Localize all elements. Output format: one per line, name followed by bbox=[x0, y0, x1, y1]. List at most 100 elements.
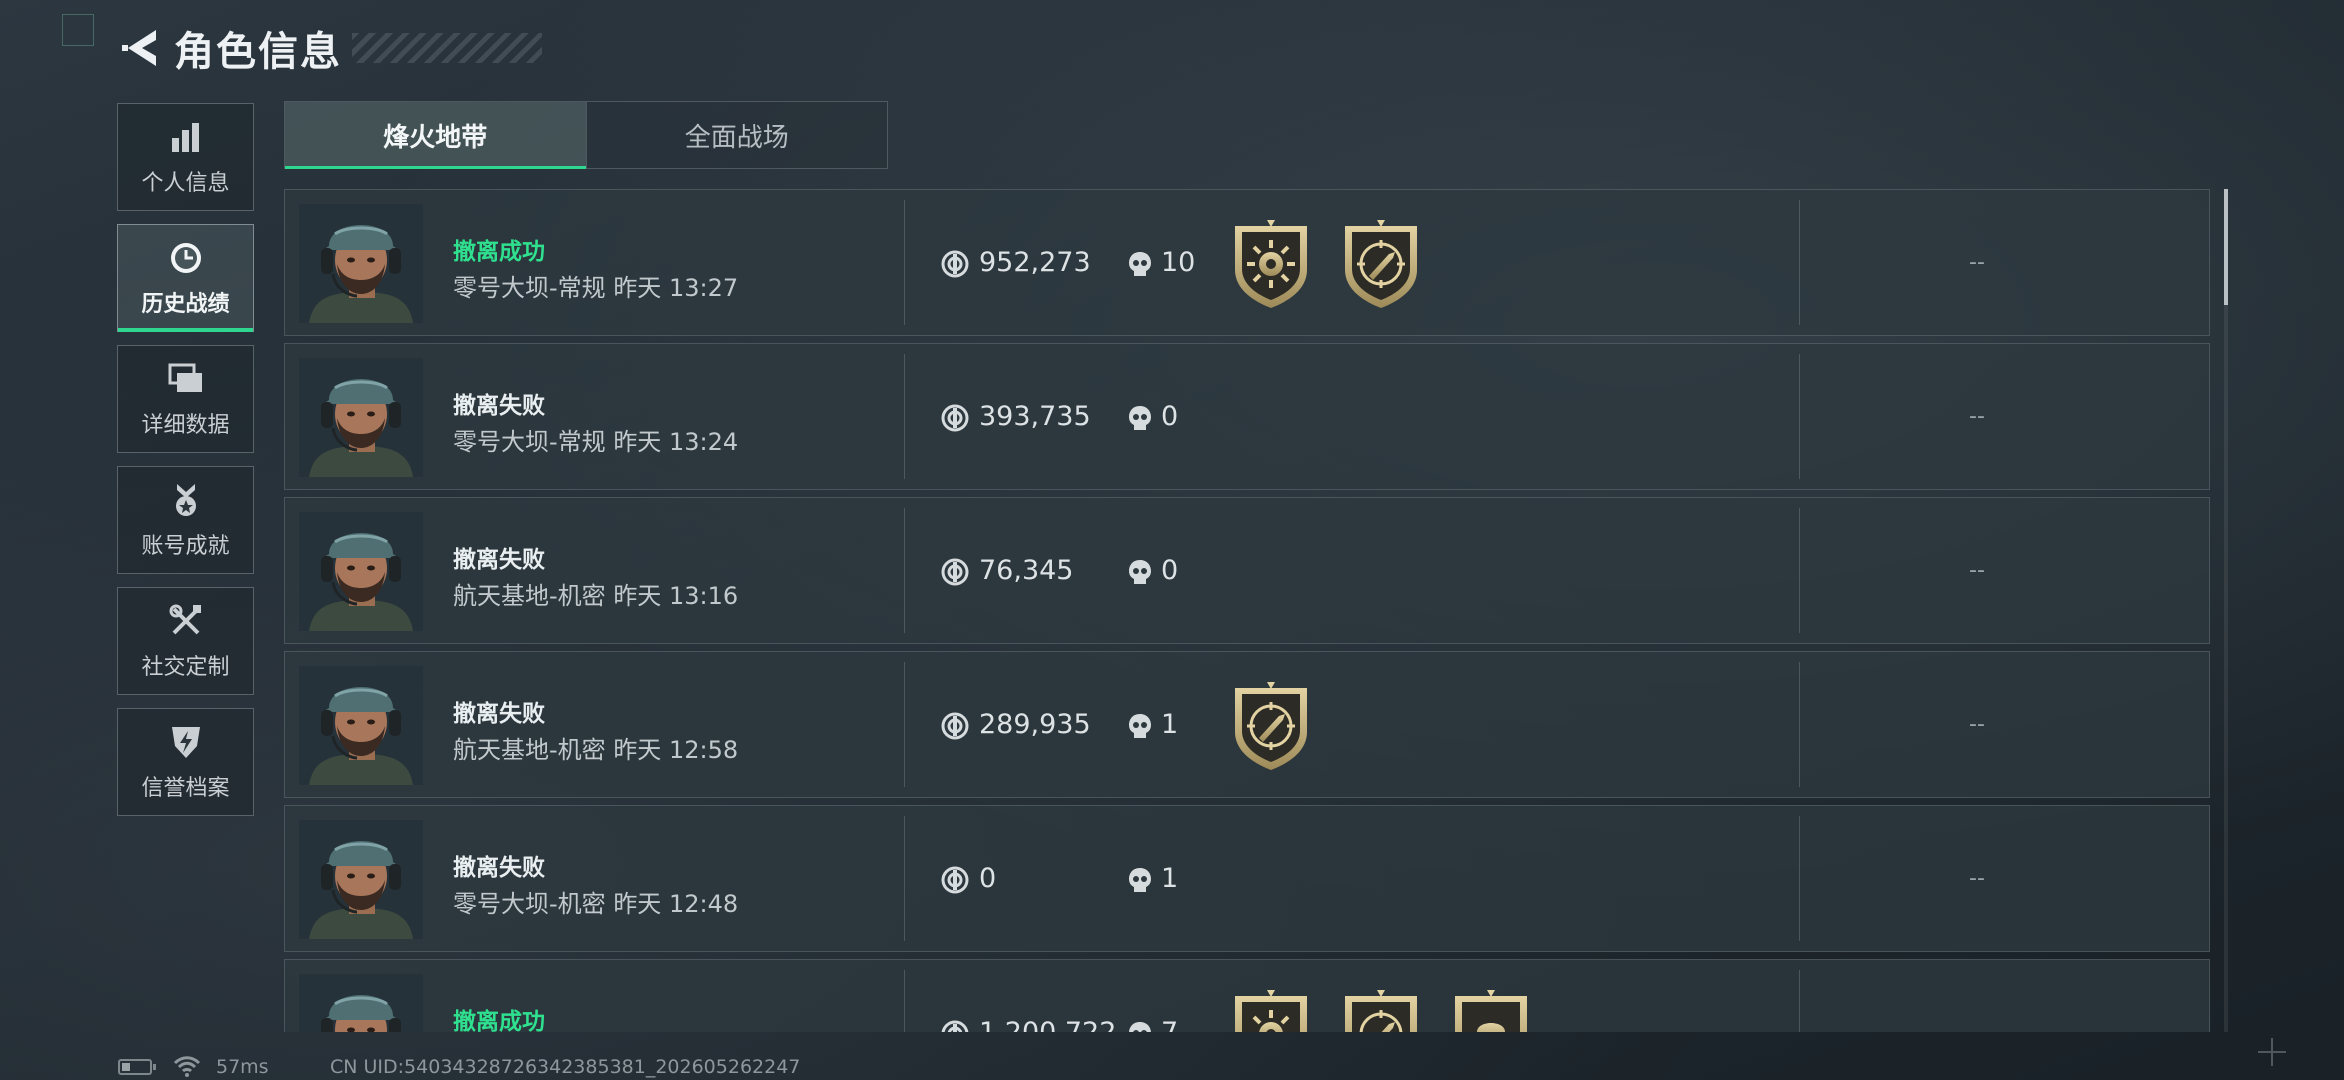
skull-kills-icon bbox=[1129, 1022, 1151, 1032]
match-row[interactable]: 撤离成功 1,200,722 7 -- bbox=[284, 959, 2210, 1032]
back-button[interactable] bbox=[118, 20, 166, 76]
wrench-screwdriver-icon bbox=[166, 601, 206, 641]
kill-count: 1 bbox=[1161, 709, 1179, 740]
tab-full-battlefield[interactable]: 全面战场 bbox=[585, 102, 888, 168]
kill-count: 0 bbox=[1161, 555, 1179, 586]
coin-value-icon bbox=[941, 404, 969, 432]
kill-count: 1 bbox=[1161, 863, 1179, 894]
column-divider bbox=[904, 816, 905, 941]
operator-avatar bbox=[299, 512, 423, 631]
coin-value-icon bbox=[941, 866, 969, 894]
loot-value: 1,200,722 bbox=[979, 1017, 1116, 1032]
sun-star-medal-icon[interactable] bbox=[1227, 988, 1315, 1032]
extra-stat: -- bbox=[1969, 866, 1985, 891]
kill-count: 7 bbox=[1161, 1017, 1178, 1032]
sidebar-item-label: 详细数据 bbox=[141, 413, 230, 438]
medal-list bbox=[1227, 680, 1337, 772]
skull-kills-icon bbox=[1129, 252, 1151, 276]
scrollbar-thumb[interactable] bbox=[2224, 189, 2228, 305]
match-info: 零号大坝-常规 昨天 13:27 bbox=[453, 268, 738, 303]
skull-kills-icon bbox=[1129, 868, 1151, 892]
map-mode: 零号大坝-常规 bbox=[453, 274, 606, 302]
clock-history-icon bbox=[166, 238, 206, 278]
crosshair-rocket-medal-icon[interactable] bbox=[1337, 218, 1425, 310]
column-divider bbox=[904, 200, 905, 325]
status-bar: 57ms CN UID:5403432872634238538​1_202605… bbox=[0, 1050, 2344, 1080]
loot-value: 76,345 bbox=[979, 555, 1074, 586]
corner-frame-mark bbox=[62, 14, 94, 46]
sidebar-item-label: 信誉档案 bbox=[141, 776, 230, 801]
coin-value-icon bbox=[941, 712, 969, 740]
column-divider bbox=[904, 508, 905, 633]
mode-tabs: 烽火地带 全面战场 bbox=[284, 101, 888, 169]
match-row[interactable]: 撤离成功 零号大坝-常规 昨天 13:27 952,273 10 -- bbox=[284, 189, 2210, 336]
operator-avatar bbox=[299, 204, 423, 323]
column-divider bbox=[904, 662, 905, 787]
medal-list bbox=[1227, 218, 1447, 310]
loot-value: 952,273 bbox=[979, 247, 1091, 278]
sidebar-item-match-history[interactable]: 历史战绩 bbox=[117, 224, 254, 332]
extraction-status: 撤离失败 bbox=[453, 701, 545, 727]
column-divider bbox=[1799, 662, 1800, 787]
match-row[interactable]: 撤离失败 航天基地-机密 昨天 13:16 76,345 0 -- bbox=[284, 497, 2210, 644]
coin-value-icon bbox=[941, 1020, 969, 1032]
column-divider bbox=[904, 354, 905, 479]
skull-kills-icon bbox=[1129, 560, 1151, 584]
helmet-medal-icon[interactable] bbox=[1447, 988, 1535, 1032]
list-scrollbar[interactable] bbox=[2224, 189, 2228, 1032]
sidebar: 个人信息 历史战绩 详细数据 账号成就 社交定制 信誉档案 bbox=[117, 103, 254, 829]
medal-list bbox=[1227, 988, 1557, 1032]
match-time: 12:58 bbox=[668, 736, 739, 764]
match-time: 13:24 bbox=[668, 428, 739, 456]
match-info: 航天基地-机密 昨天 13:16 bbox=[453, 576, 738, 611]
user-uid: CN UID:5403432872634238538​1_20260526224… bbox=[330, 1056, 801, 1078]
kill-count: 10 bbox=[1161, 247, 1196, 278]
sidebar-item-social-custom[interactable]: 社交定制 bbox=[117, 587, 254, 695]
match-day: 昨天 bbox=[613, 582, 662, 610]
sidebar-item-detailed-data[interactable]: 详细数据 bbox=[117, 345, 254, 453]
plus-corner-icon bbox=[2258, 1038, 2286, 1066]
sidebar-item-personal-info[interactable]: 个人信息 bbox=[117, 103, 254, 211]
page-header: 角色信息 bbox=[118, 20, 542, 76]
wifi-icon bbox=[173, 1056, 201, 1077]
kill-count: 0 bbox=[1161, 401, 1179, 432]
crosshair-rocket-medal-icon[interactable] bbox=[1227, 680, 1315, 772]
operator-avatar bbox=[299, 820, 423, 939]
back-arrow-icon bbox=[122, 30, 156, 66]
column-divider bbox=[1799, 200, 1800, 325]
match-time: 13:27 bbox=[668, 274, 739, 302]
match-time: 12:48 bbox=[668, 890, 739, 918]
sidebar-item-label: 历史战绩 bbox=[141, 292, 230, 317]
column-divider bbox=[1799, 508, 1800, 633]
sidebar-item-label: 账号成就 bbox=[141, 534, 230, 559]
match-time: 13:16 bbox=[668, 582, 739, 610]
skull-kills-icon bbox=[1129, 714, 1151, 738]
battery-icon bbox=[118, 1059, 156, 1075]
loot-value: 0 bbox=[979, 863, 997, 894]
extra-stat: -- bbox=[1969, 404, 1985, 429]
operator-avatar bbox=[299, 666, 423, 785]
column-divider bbox=[904, 970, 905, 1032]
bar-chart-icon bbox=[166, 117, 206, 157]
match-day: 昨天 bbox=[613, 428, 662, 456]
title-decoration bbox=[352, 33, 542, 63]
match-history-list[interactable]: 撤离成功 零号大坝-常规 昨天 13:27 952,273 10 -- 撤离失败… bbox=[284, 189, 2212, 1032]
map-mode: 航天基地-机密 bbox=[453, 736, 606, 764]
map-mode: 零号大坝-机密 bbox=[453, 890, 606, 918]
extra-stat: -- bbox=[1969, 558, 1985, 583]
loot-value: 393,735 bbox=[979, 401, 1091, 432]
shield-lightning-icon bbox=[166, 722, 206, 762]
sidebar-item-achievements[interactable]: 账号成就 bbox=[117, 466, 254, 574]
sun-star-medal-icon[interactable] bbox=[1227, 218, 1315, 310]
match-info: 零号大坝-机密 昨天 12:48 bbox=[453, 884, 738, 919]
match-row[interactable]: 撤离失败 零号大坝-机密 昨天 12:48 0 1 -- bbox=[284, 805, 2210, 952]
tab-warzone-extraction[interactable]: 烽火地带 bbox=[285, 102, 586, 169]
match-row[interactable]: 撤离失败 零号大坝-常规 昨天 13:24 393,735 0 -- bbox=[284, 343, 2210, 490]
extra-stat: -- bbox=[1969, 250, 1985, 275]
crosshair-rocket-medal-icon[interactable] bbox=[1337, 988, 1425, 1032]
extraction-status: 撤离成功 bbox=[453, 1009, 545, 1032]
sidebar-item-credit-record[interactable]: 信誉档案 bbox=[117, 708, 254, 816]
extraction-status: 撤离成功 bbox=[453, 239, 545, 265]
column-divider bbox=[1799, 970, 1800, 1032]
match-row[interactable]: 撤离失败 航天基地-机密 昨天 12:58 289,935 1 -- bbox=[284, 651, 2210, 798]
